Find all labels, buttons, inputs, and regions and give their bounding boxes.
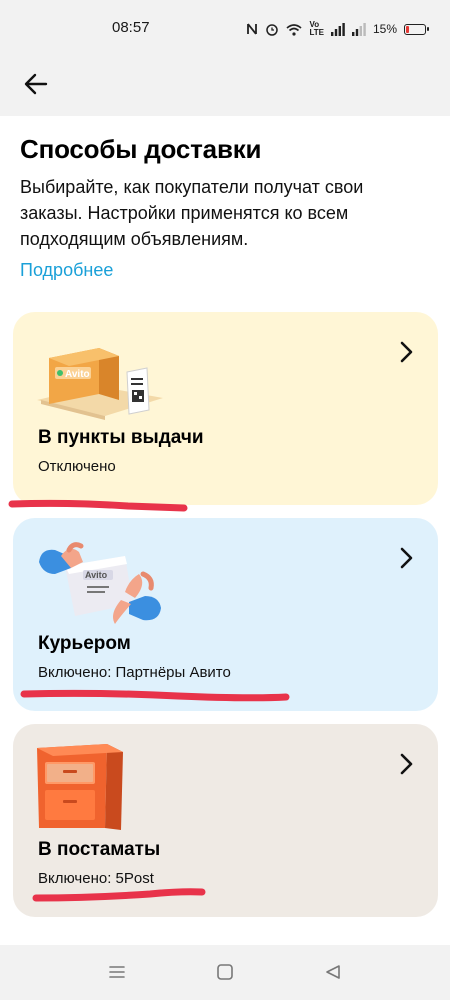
battery-icon — [404, 23, 429, 35]
more-link[interactable]: Подробнее — [20, 260, 113, 281]
chevron-right-icon — [400, 547, 413, 569]
option-status: Включено: 5Post — [38, 870, 154, 887]
wifi-icon — [286, 23, 303, 36]
option-title: В пункты выдачи — [38, 427, 204, 448]
volte-label: Vo LTE — [309, 20, 324, 37]
page-title: Способы доставки — [20, 134, 262, 164]
status-time: 08:57 — [112, 19, 150, 36]
option-status: Включено: Партнёры Авито — [38, 664, 231, 681]
alarm-icon — [266, 24, 279, 36]
battery-percent: 15% — [372, 22, 397, 36]
nfc-icon — [247, 23, 258, 35]
system-nav-bar — [0, 945, 450, 1000]
postamat-locker-icon — [37, 744, 123, 830]
back-triangle-icon[interactable] — [324, 963, 342, 981]
option-title: Курьером — [38, 633, 131, 654]
home-icon[interactable] — [216, 963, 234, 981]
back-button[interactable] — [18, 66, 54, 102]
arrow-left-icon — [24, 73, 48, 95]
signal-icon — [330, 22, 345, 36]
option-title: В постаматы — [38, 839, 161, 860]
hands-package-icon: Avito — [39, 542, 161, 624]
svg-text:Avito: Avito — [65, 369, 90, 380]
status-bar: 08:57 Vo LTE 15% — [0, 0, 450, 58]
option-status: Отключено — [38, 458, 116, 475]
status-icons: Vo LTE 15% — [246, 18, 429, 40]
chevron-right-icon — [400, 341, 413, 363]
page-description: Выбирайте, как покупатели получат свои з… — [20, 177, 364, 249]
chevron-right-icon — [400, 753, 413, 775]
app-bar — [0, 58, 450, 116]
svg-text:Avito: Avito — [85, 570, 108, 580]
delivery-option-postamats[interactable]: В постаматы Включено: 5Post — [13, 724, 438, 917]
signal-icon-2 — [351, 22, 366, 36]
avito-box-icon: Avito — [37, 348, 163, 420]
delivery-option-pickup-points[interactable]: Avito В пункты выдачи Отключено — [13, 312, 438, 505]
menu-icon[interactable] — [108, 963, 126, 981]
delivery-option-courier[interactable]: Avito Курьером Включено: Партнёры Авито — [13, 518, 438, 711]
